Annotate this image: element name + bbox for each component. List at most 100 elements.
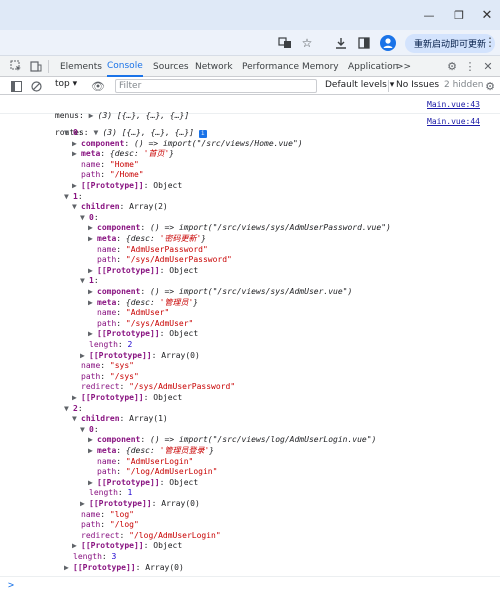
collapse-triangle-icon[interactable]: ▼ — [80, 424, 89, 435]
tab-elements[interactable]: Elements — [60, 56, 102, 77]
expand-triangle-icon[interactable]: ▶ — [88, 445, 97, 456]
key-separator: : — [100, 149, 110, 159]
tree-row[interactable]: ▶ [[Prototype]]: Object — [88, 328, 198, 339]
key-separator: : — [100, 509, 110, 519]
key-separator: : — [151, 350, 162, 360]
tree-row[interactable]: ▶ [[Prototype]]: Object — [88, 265, 198, 276]
tree-row[interactable]: ▼ 2: — [64, 403, 83, 414]
tab-application[interactable]: Application — [348, 56, 398, 77]
more-tabs-button[interactable]: >> — [396, 56, 411, 77]
expand-triangle-icon[interactable]: ▶ — [72, 138, 81, 149]
tree-row: name: "log" — [72, 509, 134, 520]
close-icon[interactable]: ✕ — [470, 0, 500, 30]
key-separator: : — [159, 329, 170, 339]
expand-triangle-icon[interactable]: ▶ — [72, 540, 81, 551]
expand-triangle-icon[interactable]: ▶ — [88, 233, 97, 244]
collapse-triangle-icon[interactable]: ▼ — [80, 275, 89, 286]
tree-row[interactable]: ▶ component: () => import("/src/views/Hom… — [72, 138, 303, 149]
devtools-tabbar: Elements Console Sources Network Perform… — [0, 56, 500, 77]
property-value: 3 — [111, 552, 117, 561]
tab-console[interactable]: Console — [107, 56, 143, 77]
tab-performance[interactable]: Performance — [242, 56, 299, 77]
log-entry[interactable]: routes: ▼ (3) [{…}, {…}, {…}] i — [26, 116, 207, 138]
property-key: name — [97, 244, 117, 254]
log-levels-dropdown[interactable]: Default levels ▾ — [325, 80, 394, 90]
devtools-menu-icon[interactable]: ⋮ — [462, 58, 478, 74]
tree-row[interactable]: ▼ 0: — [80, 424, 99, 435]
tree-row[interactable]: ▶ [[Prototype]]: Object — [72, 540, 182, 551]
browser-menu-icon[interactable]: ⋮ — [484, 35, 496, 49]
property-value: Object — [169, 265, 199, 275]
source-link[interactable]: Main.vue:43 — [427, 99, 480, 110]
expand-triangle-icon[interactable]: ▶ — [80, 350, 89, 361]
tree-row[interactable]: ▶ [[Prototype]]: Array(0) — [64, 562, 184, 573]
tree-row[interactable]: ▶ [[Prototype]]: Object — [72, 180, 182, 191]
live-expression-eye-icon[interactable]: 👁 — [90, 78, 106, 94]
tree-row[interactable]: ▶ [[Prototype]]: Array(0) — [80, 498, 200, 509]
context-selector[interactable]: top ▾ — [55, 79, 77, 89]
profile-avatar-icon[interactable] — [379, 34, 397, 52]
collapse-triangle-icon[interactable]: ▼ — [64, 403, 73, 414]
console-prompt[interactable]: > — [8, 580, 14, 591]
expand-triangle-icon[interactable]: ▶ — [88, 286, 97, 297]
source-link[interactable]: Main.vue:44 — [427, 116, 480, 127]
tree-row[interactable]: ▼ 0: — [80, 212, 99, 223]
show-sidebar-icon[interactable] — [8, 78, 24, 94]
expand-triangle-icon[interactable]: ▶ — [88, 222, 97, 233]
update-button[interactable]: 重新启动即可更新 — [405, 34, 496, 53]
tree-row[interactable]: ▶ meta: {desc: '密码更新'} — [88, 233, 206, 244]
tree-row[interactable]: ▶ [[Prototype]]: Object — [72, 392, 182, 403]
property-value: Array(0) — [161, 350, 200, 360]
expand-triangle-icon[interactable]: ▶ — [88, 434, 97, 445]
tree-row[interactable]: ▶ component: () => import("/src/views/sys… — [88, 286, 352, 297]
tree-row[interactable]: ▼ children: Array(2) — [72, 201, 168, 212]
download-icon[interactable] — [332, 34, 350, 52]
tab-sources[interactable]: Sources — [153, 56, 189, 77]
tree-row[interactable]: ▶ meta: {desc: '管理员'} — [88, 297, 198, 308]
tree-row[interactable]: ▶ [[Prototype]]: Array(0) — [80, 350, 200, 361]
tab-memory[interactable]: Memory — [302, 56, 339, 77]
property-key: path — [97, 255, 117, 265]
clear-console-icon[interactable] — [28, 78, 44, 94]
collapse-triangle-icon[interactable]: ▼ — [72, 413, 81, 424]
close-devtools-icon[interactable]: ✕ — [480, 58, 496, 74]
tab-network[interactable]: Network — [195, 56, 233, 77]
translate-icon[interactable] — [276, 34, 294, 52]
tree-row[interactable]: ▶ component: () => import("/src/views/sys… — [88, 222, 391, 233]
tree-row[interactable]: ▼ 1: — [80, 275, 99, 286]
tree-row[interactable]: ▼ 1: — [64, 191, 83, 202]
tree-row[interactable]: ▼ children: Array(1) — [72, 413, 168, 424]
property-value: "AdmUserPassword" — [125, 244, 208, 254]
device-toolbar-icon[interactable] — [28, 58, 44, 74]
expand-triangle-icon[interactable]: ▶ — [72, 180, 81, 191]
minimize-icon[interactable]: — — [412, 0, 446, 30]
filter-input[interactable]: Filter — [115, 79, 317, 93]
tree-row[interactable]: ▶ [[Prototype]]: Object — [88, 477, 198, 488]
sidepanel-icon[interactable] — [355, 34, 373, 52]
tree-row[interactable]: ▶ meta: {desc: '首页'} — [72, 148, 174, 159]
expand-triangle-icon[interactable]: ▶ — [64, 562, 73, 573]
expand-triangle-icon[interactable]: ▶ — [80, 498, 89, 509]
inspect-element-icon[interactable] — [8, 58, 24, 74]
settings-gear-icon[interactable]: ⚙ — [444, 58, 460, 74]
expand-triangle-icon[interactable]: ▶ — [88, 265, 97, 276]
expand-triangle-icon[interactable]: ▶ — [72, 392, 81, 403]
expand-triangle-icon[interactable]: ▶ — [88, 328, 97, 339]
tree-row[interactable]: ▶ component: () => import("/src/views/log… — [88, 434, 376, 445]
expand-triangle-icon[interactable]: ▶ — [88, 297, 97, 308]
property-key: path — [81, 371, 101, 381]
log-entry[interactable]: menus: ▶ (3) [{…}, {…}, {…}] — [26, 99, 189, 120]
expand-triangle-icon[interactable]: ▶ — [88, 477, 97, 488]
tree-row[interactable]: ▶ meta: {desc: '管理员登录'} — [88, 445, 214, 456]
collapse-triangle-icon[interactable]: ▼ — [80, 212, 89, 223]
collapse-triangle-icon[interactable]: ▼ — [64, 127, 73, 138]
expand-triangle-icon[interactable]: ▶ — [72, 148, 81, 159]
property-key: length — [73, 552, 102, 561]
issues-counter[interactable]: No Issues — [396, 80, 439, 90]
console-settings-gear-icon[interactable]: ⚙ — [482, 78, 498, 94]
collapse-triangle-icon[interactable]: ▼ — [72, 201, 81, 212]
collapse-triangle-icon[interactable]: ▼ — [64, 191, 73, 202]
tree-row[interactable]: ▼ 0: — [64, 127, 83, 138]
property-key: component — [97, 435, 141, 445]
star-icon[interactable]: ☆ — [298, 34, 316, 52]
